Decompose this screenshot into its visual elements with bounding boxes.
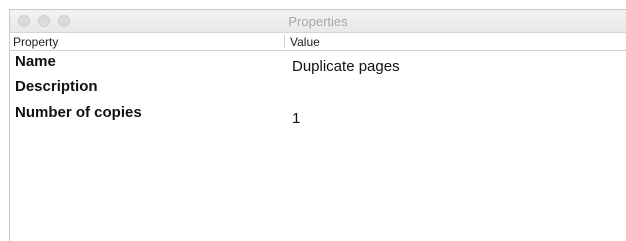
properties-window: Properties Property Value Name Duplicate… (9, 9, 626, 241)
table-row[interactable]: Number of copies 1 (10, 104, 626, 128)
property-copies-label: Number of copies (15, 104, 142, 121)
table-row[interactable]: Name Duplicate pages (10, 53, 626, 77)
table-row[interactable]: Description (10, 78, 626, 102)
table-header: Property Value (10, 33, 626, 51)
property-description-label: Description (15, 78, 98, 95)
column-header-property[interactable]: Property (13, 35, 58, 49)
property-name-value[interactable]: Duplicate pages (292, 58, 400, 75)
column-divider[interactable] (284, 35, 285, 48)
window-title: Properties (288, 14, 348, 29)
property-copies-value[interactable]: 1 (292, 110, 300, 127)
column-header-value[interactable]: Value (290, 35, 320, 49)
title-bar[interactable]: Properties (10, 10, 626, 33)
property-name-label: Name (15, 53, 56, 70)
